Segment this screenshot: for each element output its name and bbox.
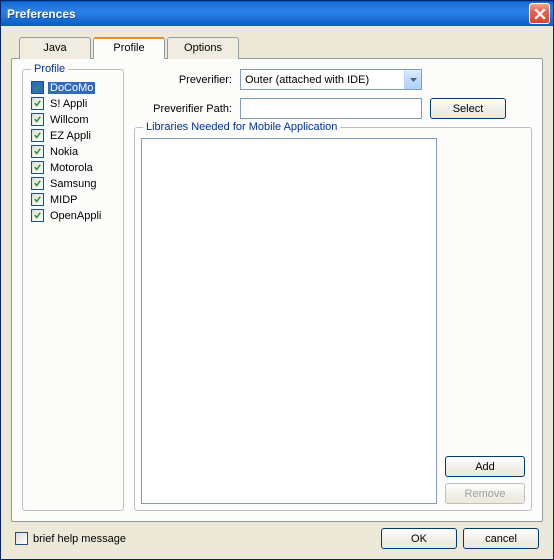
tab-profile-label: Profile — [113, 42, 144, 54]
profile-item-label: Samsung — [48, 178, 98, 190]
profile-item[interactable]: EZ Appli — [29, 128, 117, 143]
profile-item-label: MIDP — [48, 194, 80, 206]
profile-groupbox: Profile DoCoMoS! AppliWillcomEZ AppliNok… — [22, 69, 124, 511]
ok-button[interactable]: OK — [381, 528, 457, 549]
preverifier-label: Preverifier: — [134, 74, 232, 86]
checkbox-icon — [15, 532, 28, 545]
libraries-list[interactable] — [141, 138, 437, 504]
content-area: Java Profile Options Profile DoCoMo S! Ap… — [1, 26, 553, 559]
profile-item-label: EZ Appli — [48, 130, 93, 142]
chevron-down-icon — [404, 70, 421, 89]
tab-options[interactable]: Options — [167, 37, 239, 59]
checkbox-icon — [31, 145, 44, 158]
profile-item[interactable]: Motorola — [29, 160, 117, 175]
add-button[interactable]: Add — [445, 456, 525, 477]
profile-item-label: Nokia — [48, 146, 80, 158]
checkbox-icon — [31, 209, 44, 222]
cancel-button[interactable]: cancel — [463, 528, 539, 549]
brief-help-label: brief help message — [33, 533, 126, 545]
bottom-bar: brief help message OK cancel — [11, 522, 543, 551]
tab-profile[interactable]: Profile — [93, 37, 165, 59]
checkbox-icon — [31, 81, 44, 94]
preverifier-value: Outer (attached with IDE) — [245, 74, 369, 86]
profile-item[interactable]: OpenAppli — [29, 208, 117, 223]
profile-item[interactable]: Nokia — [29, 144, 117, 159]
window-title: Preferences — [7, 7, 529, 21]
settings-column: Preverifier: Outer (attached with IDE) P… — [134, 69, 532, 511]
remove-button[interactable]: Remove — [445, 483, 525, 504]
brief-help-checkbox[interactable]: brief help message — [15, 532, 126, 545]
preverifier-row: Preverifier: Outer (attached with IDE) — [134, 69, 532, 90]
libraries-content: Add Remove — [141, 138, 525, 504]
profile-item[interactable]: MIDP — [29, 192, 117, 207]
path-label: Preverifier Path: — [134, 103, 232, 115]
profile-item-label: OpenAppli — [48, 210, 103, 222]
checkbox-icon — [31, 97, 44, 110]
path-row: Preverifier Path: Select — [134, 98, 532, 119]
checkbox-icon — [31, 113, 44, 126]
preverifier-path-input[interactable] — [240, 98, 422, 119]
preferences-window: Preferences Java Profile Options Profile… — [0, 0, 554, 560]
libraries-title: Libraries Needed for Mobile Application — [143, 121, 340, 133]
tab-panel: Profile DoCoMo S! Appli Willcom EZ Appli Nok… — [11, 58, 543, 522]
profile-item-label: S! Appli — [48, 98, 89, 110]
profile-item-label: DoCoMo — [48, 82, 95, 94]
checkbox-icon — [31, 177, 44, 190]
tab-options-label: Options — [184, 42, 222, 54]
titlebar: Preferences — [1, 1, 553, 26]
checkbox-icon — [31, 129, 44, 142]
profile-item-label: Motorola — [48, 162, 95, 174]
tab-bar: Java Profile Options — [19, 36, 543, 58]
checkbox-icon — [31, 161, 44, 174]
profile-item[interactable]: Samsung — [29, 176, 117, 191]
select-button[interactable]: Select — [430, 98, 506, 119]
profile-item-label: Willcom — [48, 114, 91, 126]
close-button[interactable] — [529, 3, 550, 24]
close-icon — [534, 8, 546, 20]
profile-item[interactable]: Willcom — [29, 112, 117, 127]
libraries-groupbox: Libraries Needed for Mobile Application … — [134, 127, 532, 511]
library-buttons: Add Remove — [445, 138, 525, 504]
profile-item[interactable]: S! Appli — [29, 96, 117, 111]
tab-java[interactable]: Java — [19, 37, 91, 59]
checkbox-icon — [31, 193, 44, 206]
profile-group-title: Profile — [31, 63, 68, 75]
tab-java-label: Java — [43, 42, 66, 54]
preverifier-dropdown[interactable]: Outer (attached with IDE) — [240, 69, 422, 90]
profile-item[interactable]: DoCoMo — [29, 80, 117, 95]
